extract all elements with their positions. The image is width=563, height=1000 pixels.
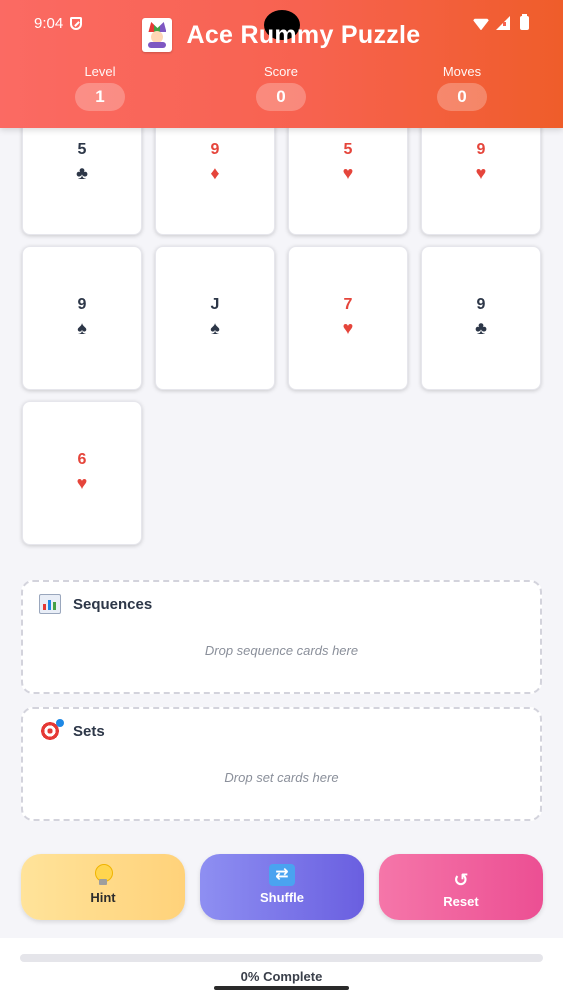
card-rank: 9 [476,296,486,313]
card-rank: 7 [343,296,353,313]
zone-title: Sets [73,722,105,740]
zone-header: Sequences [39,594,152,614]
title-row: Ace Rummy Puzzle [0,18,563,52]
playing-card[interactable]: 9 ♣ [421,246,541,390]
lightbulb-icon [93,864,113,886]
sets-drop-zone[interactable]: Sets Drop set cards here [21,707,542,821]
playing-card[interactable]: 5 ♣ [22,110,142,235]
stat-level: Level 1 [40,64,160,111]
playing-card[interactable]: 7 ♥ [288,246,408,390]
joker-card-icon [142,18,173,52]
button-label: Shuffle [259,890,305,905]
card-suit: ♥ [342,318,354,338]
playing-card[interactable]: 9 ♥ [421,110,541,235]
reset-button[interactable]: ↺ Reset [379,854,543,920]
card-suit: ♥ [342,163,354,183]
hint-button[interactable]: Hint [21,854,185,920]
card-rank: 9 [210,141,220,158]
card-suit: ♦ [210,163,220,183]
app-title: Ace Rummy Puzzle [186,20,421,49]
shuffle-icon: ⇄ [269,864,295,886]
bar-chart-icon [39,594,61,614]
stat-label: Score [264,64,298,79]
stat-value: 1 [75,83,125,111]
card-suit: ♥ [475,163,487,183]
card-rank: 5 [77,141,87,158]
card-rank: 9 [77,296,87,313]
zone-hint: Drop set cards here [224,770,339,785]
card-rank: 6 [77,451,87,468]
stat-moves: Moves 0 [402,64,522,111]
sequences-drop-zone[interactable]: Sequences Drop sequence cards here [21,580,542,694]
progress-area: 0% Complete [0,938,563,1000]
stat-label: Moves [442,64,482,79]
zone-hint: Drop sequence cards here [204,643,359,658]
card-suit: ♣ [76,163,88,183]
playing-card[interactable]: 9 ♦ [155,110,275,235]
playing-card[interactable]: J ♠ [155,246,275,390]
reset-icon: ↺ [453,870,469,890]
card-rank: 9 [476,141,486,158]
stat-value: 0 [256,83,306,111]
shuffle-button[interactable]: ⇄ Shuffle [200,854,364,920]
progress-text: 0% Complete [240,969,323,984]
app-header: 9:04 Ace Rummy Puzzle Level 1 Score 0 Mo… [0,0,563,128]
zone-title: Sequences [73,595,153,613]
progress-bar [20,954,543,962]
playing-card[interactable]: 9 ♠ [22,246,142,390]
button-label: Hint [90,890,116,905]
card-suit: ♣ [475,318,487,338]
target-icon [39,719,64,741]
card-rank: J [210,296,220,313]
button-label: Reset [443,894,479,909]
stat-score: Score 0 [221,64,341,111]
stat-value: 0 [437,83,487,111]
stat-label: Level [84,64,116,79]
card-rank: 5 [343,141,353,158]
playing-card[interactable]: 5 ♥ [288,110,408,235]
playing-card[interactable]: 6 ♥ [22,401,142,545]
card-suit: ♠ [77,318,87,338]
card-suit: ♥ [76,473,88,493]
card-suit: ♠ [210,318,220,338]
zone-header: Sets [39,719,105,741]
gesture-bar[interactable] [214,986,349,990]
